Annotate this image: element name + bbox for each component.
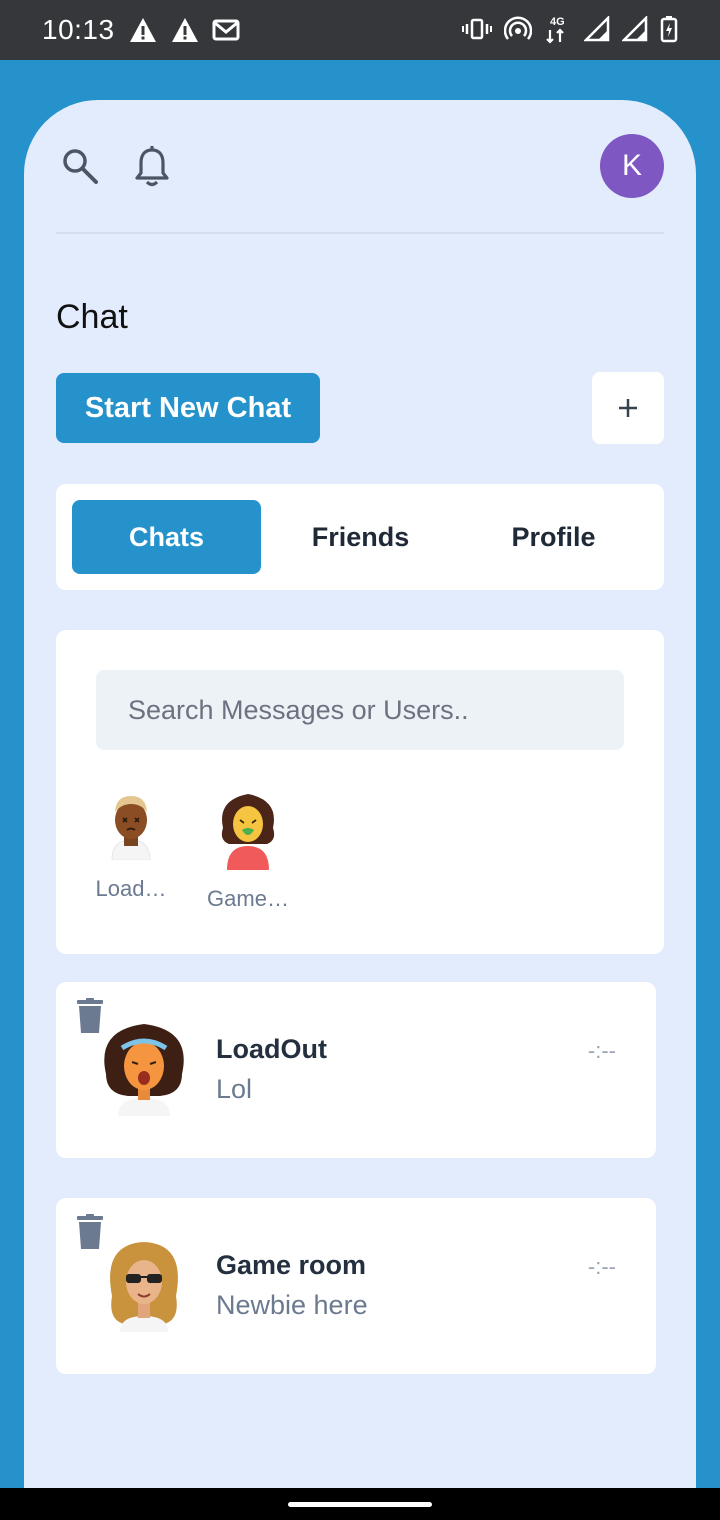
- user-avatar[interactable]: K: [600, 134, 664, 198]
- add-button[interactable]: [592, 372, 664, 444]
- tab-profile[interactable]: Profile: [459, 500, 648, 574]
- warning-icon: [172, 18, 198, 42]
- warning-icon: [130, 18, 156, 42]
- chat-name: Game room: [216, 1250, 367, 1280]
- search-button[interactable]: [60, 146, 100, 186]
- chat-avatar: [96, 1236, 192, 1332]
- status-bar: 10:13 4G: [0, 0, 720, 60]
- user-avatar-icon: [110, 1242, 178, 1332]
- status-time: 10:13: [42, 14, 115, 45]
- user-avatar-icon: [104, 1024, 184, 1116]
- notifications-button[interactable]: [132, 144, 172, 188]
- status-system-icons: 4G: [462, 14, 678, 44]
- status-notification-icons: [128, 16, 240, 44]
- search-icon: [63, 149, 98, 184]
- user-avatar-icon: [221, 794, 275, 870]
- chat-timestamp: -:--: [587, 1038, 616, 1063]
- online-user-name: Game…: [207, 886, 289, 911]
- search-card: Search Messages or Users.. Load… Game…: [56, 630, 664, 954]
- tab-bar: Chats Friends Profile: [56, 484, 664, 590]
- chat-timestamp: -:--: [587, 1254, 616, 1279]
- chat-last-message: Lol: [216, 1074, 253, 1104]
- chat-avatar: [96, 1020, 192, 1116]
- start-new-chat-button[interactable]: Start New Chat: [56, 373, 320, 443]
- header-divider: [56, 232, 664, 234]
- signal-icon: [584, 16, 610, 42]
- gmail-icon: [212, 19, 240, 41]
- chat-list-item[interactable]: LoadOut Lol -:--: [56, 982, 656, 1158]
- signal-icon: [622, 16, 648, 42]
- search-placeholder: Search Messages or Users..: [128, 694, 469, 725]
- tab-chats[interactable]: Chats: [72, 500, 261, 574]
- avatar-letter: K: [621, 149, 642, 182]
- chat-last-message: Newbie here: [216, 1290, 368, 1320]
- hotspot-icon: [504, 16, 532, 40]
- svg-text:4G: 4G: [550, 16, 565, 28]
- vibrate-icon: [462, 18, 492, 40]
- tab-friends[interactable]: Friends: [266, 500, 455, 574]
- plus-icon: [619, 399, 637, 417]
- chat-name: LoadOut: [216, 1034, 327, 1064]
- search-input[interactable]: Search Messages or Users..: [96, 670, 624, 750]
- system-navigation-bar: [0, 1488, 720, 1520]
- home-gesture-handle[interactable]: [288, 1502, 432, 1507]
- battery-charging-icon: [660, 16, 678, 43]
- online-user[interactable]: Game…: [203, 790, 293, 912]
- chat-list-item[interactable]: Game room Newbie here -:--: [56, 1198, 656, 1374]
- bell-icon: [135, 146, 169, 187]
- user-avatar-icon: [111, 796, 151, 860]
- online-user-name: Load…: [95, 876, 167, 901]
- online-user[interactable]: Load…: [86, 790, 176, 902]
- network-4g-icon: 4G: [546, 16, 565, 44]
- page-title: Chat: [56, 298, 128, 336]
